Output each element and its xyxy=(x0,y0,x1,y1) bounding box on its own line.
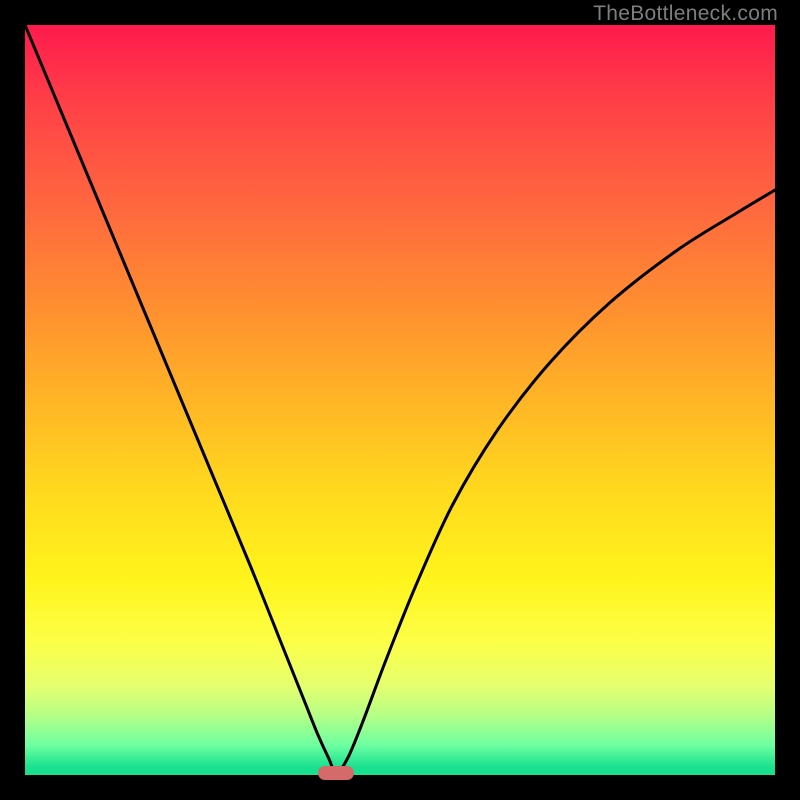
outer-frame: TheBottleneck.com xyxy=(0,0,800,800)
bottleneck-curve xyxy=(25,25,775,775)
minimum-marker xyxy=(318,766,354,780)
watermark-label: TheBottleneck.com xyxy=(593,2,778,26)
plot-area xyxy=(25,25,775,775)
